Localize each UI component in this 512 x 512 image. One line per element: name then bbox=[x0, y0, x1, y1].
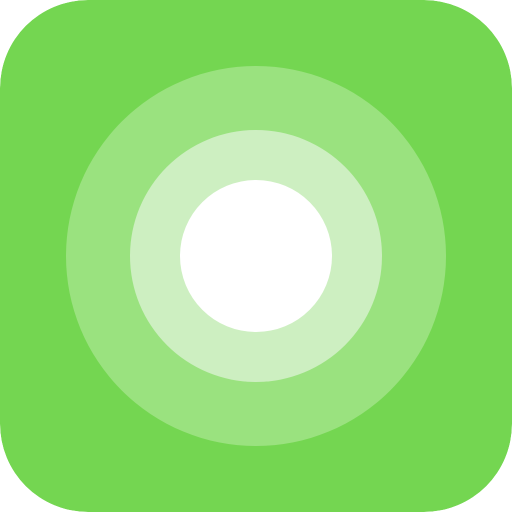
concentric-circles-icon bbox=[0, 0, 512, 512]
app-icon[interactable] bbox=[0, 0, 512, 512]
center-dot bbox=[180, 180, 332, 332]
